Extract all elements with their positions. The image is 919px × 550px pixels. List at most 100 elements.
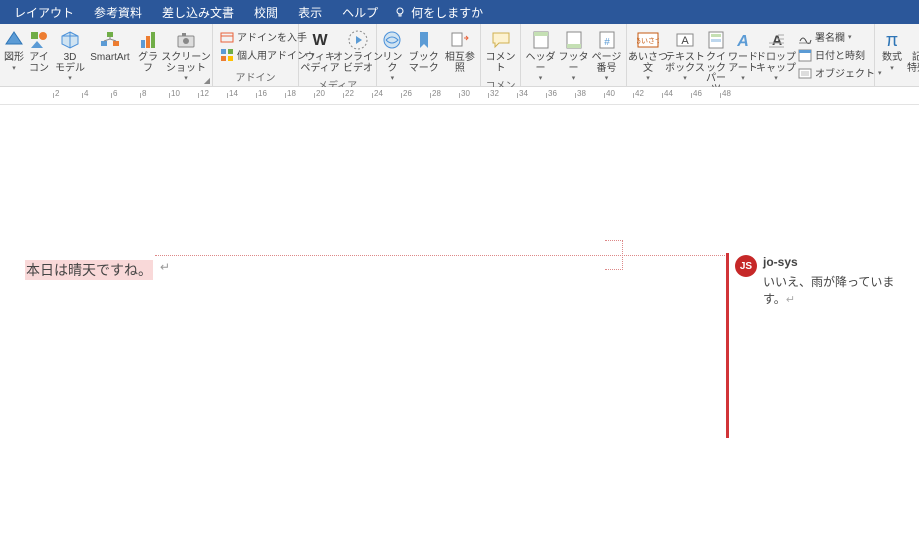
signature-label: 署名欄 <box>815 29 845 44</box>
menu-view[interactable]: 表示 <box>288 1 332 24</box>
store-icon <box>220 30 234 44</box>
dropdown-icon: ▾ <box>572 75 576 82</box>
dropdown-icon: ▾ <box>683 75 687 82</box>
equation-label: 数式 <box>882 53 902 64</box>
comment-button[interactable]: コメン ト <box>484 26 517 76</box>
ruler-mark: 46 <box>693 89 702 98</box>
svg-text:A: A <box>736 33 749 50</box>
link-button[interactable]: リン ク ▾ <box>380 26 405 84</box>
online-video-button[interactable]: オンライン ビデオ <box>338 26 378 76</box>
horizontal-ruler[interactable]: 2468101214161820222426283032343638404244… <box>0 87 919 105</box>
ruler-mark: 40 <box>606 89 615 98</box>
avatar: JS <box>735 255 757 277</box>
textbox-icon: A <box>674 29 696 51</box>
dropdown-icon: ▾ <box>646 75 650 82</box>
dialog-launcher-icon[interactable]: ◢ <box>204 76 210 85</box>
chart-icon <box>137 29 159 51</box>
signature-button[interactable]: 署名欄 ▾ <box>796 28 884 45</box>
dropdown-icon: ▾ <box>890 65 894 72</box>
chart-button[interactable]: グラフ <box>133 26 163 84</box>
pi-icon: π <box>881 29 903 51</box>
svg-text:π: π <box>886 30 898 50</box>
group-symbols: π 数式 ▾ Ω 記号と 特殊文字 ▾ 記号と特殊文字 <box>875 24 919 86</box>
svg-text:A: A <box>681 35 689 47</box>
pagenumber-label: ページ 番号 <box>592 53 622 74</box>
ruler-mark: 22 <box>345 89 354 98</box>
symbol-button[interactable]: Ω 記号と 特殊文字 ▾ <box>906 26 919 84</box>
cube-icon <box>59 29 81 51</box>
ruler-mark: 6 <box>113 89 117 98</box>
ruler-mark: 36 <box>548 89 557 98</box>
bookmark-label: ブックマーク <box>406 53 442 74</box>
3d-label: 3D モデル <box>55 53 85 74</box>
my-addins-label: 個人用アドイン <box>237 47 307 62</box>
comment-text-content: いいえ、雨が降っています。 <box>763 275 894 306</box>
menu-references[interactable]: 参考資料 <box>84 1 152 24</box>
ruler-mark: 8 <box>142 89 146 98</box>
menu-review[interactable]: 校閲 <box>244 1 288 24</box>
chart-label: グラフ <box>134 53 162 74</box>
wordart-label: ワード アート <box>728 53 758 74</box>
footer-button[interactable]: フッター ▾ <box>557 26 590 84</box>
bookmark-icon <box>413 29 435 51</box>
smartart-button[interactable]: SmartArt <box>87 26 133 84</box>
dropdown-icon: ▾ <box>741 75 745 82</box>
header-button[interactable]: ヘッダー ▾ <box>524 26 557 84</box>
textbox-label: テキスト ボックス <box>665 53 705 74</box>
shapes-button[interactable]: 図形 ▾ <box>3 26 25 84</box>
pagenumber-button[interactable]: # ページ 番号 ▾ <box>590 26 623 84</box>
paragraph-mark: ↵ <box>786 294 795 306</box>
svg-text:W: W <box>312 32 328 49</box>
tracked-change-text[interactable]: 本日は晴天ですね。 <box>25 260 153 280</box>
menu-help[interactable]: ヘルプ <box>332 1 388 24</box>
paragraph-mark: ↵ <box>160 260 170 274</box>
group-label-addins: アドイン <box>216 68 295 86</box>
get-addins-label: アドインを入手 <box>237 29 307 44</box>
comment-connector-line <box>155 255 725 256</box>
comment-balloon[interactable]: JS jo-sys いいえ、雨が降っています。↵ <box>735 255 915 307</box>
screenshot-button[interactable]: スクリーン ショット ▾ <box>163 26 209 84</box>
tell-me-search[interactable]: 何をしますか <box>394 4 483 21</box>
ruler-mark: 26 <box>403 89 412 98</box>
icons-label: アイコン <box>26 53 52 74</box>
icons-icon <box>28 29 50 51</box>
menu-mailings[interactable]: 差し込み文書 <box>152 1 244 24</box>
ruler-mark: 30 <box>461 89 470 98</box>
dropcap-icon: A <box>765 29 787 51</box>
crossref-icon <box>449 29 471 51</box>
bookmark-button[interactable]: ブックマーク <box>405 26 443 84</box>
dropdown-icon: ▾ <box>68 75 72 82</box>
greeting-label: あいさつ 文 <box>628 53 668 74</box>
object-button[interactable]: オブジェクト ▾ <box>796 64 884 81</box>
signature-icon <box>798 30 812 44</box>
equation-button[interactable]: π 数式 ▾ <box>878 26 906 84</box>
wikipedia-icon: W <box>309 29 331 51</box>
group-media: W ウィキ ペディア オンライン ビデオ メディア <box>299 24 377 86</box>
tell-me-label: 何をしますか <box>411 4 483 21</box>
greeting-icon: あいさつ <box>637 29 659 51</box>
header-icon <box>530 29 552 51</box>
menu-layout[interactable]: レイアウト <box>4 1 84 24</box>
icons-button[interactable]: アイコン <box>25 26 53 84</box>
group-text: あいさつ あいさつ 文 ▾ A テキスト ボックス ▾ クイック パーツ ▾ A… <box>627 24 875 86</box>
comment-bracket <box>605 240 623 270</box>
document-page[interactable]: 本日は晴天ですね。 ↵ <box>0 105 720 550</box>
ruler-mark: 48 <box>722 89 731 98</box>
dropdown-icon: ▾ <box>774 75 778 82</box>
datetime-button[interactable]: 日付と時刻 <box>796 46 884 63</box>
comment-label: コメン ト <box>486 53 516 74</box>
3d-models-button[interactable]: 3D モデル ▾ <box>53 26 87 84</box>
group-illustrations: 図形 ▾ アイコン 3D モデル ▾ SmartArt グラフ <box>0 24 213 86</box>
dropdown-icon: ▾ <box>391 75 395 82</box>
ruler-mark: 20 <box>316 89 325 98</box>
comment-body[interactable]: いいえ、雨が降っています。↵ <box>763 273 915 307</box>
group-links: リン ク ▾ ブックマーク 相互参照 リンク <box>377 24 481 86</box>
dropdown-icon: ▾ <box>539 75 543 82</box>
crossref-button[interactable]: 相互参照 <box>443 26 477 84</box>
dropdown-icon: ▾ <box>184 75 188 82</box>
comment-icon <box>490 29 512 51</box>
ruler-mark: 2 <box>55 89 59 98</box>
smartart-label: SmartArt <box>90 53 129 64</box>
document-workspace: 本日は晴天ですね。 ↵ JS jo-sys いいえ、雨が降っています。↵ <box>0 105 919 550</box>
dropcap-label: ドロップ キャップ <box>756 53 796 74</box>
